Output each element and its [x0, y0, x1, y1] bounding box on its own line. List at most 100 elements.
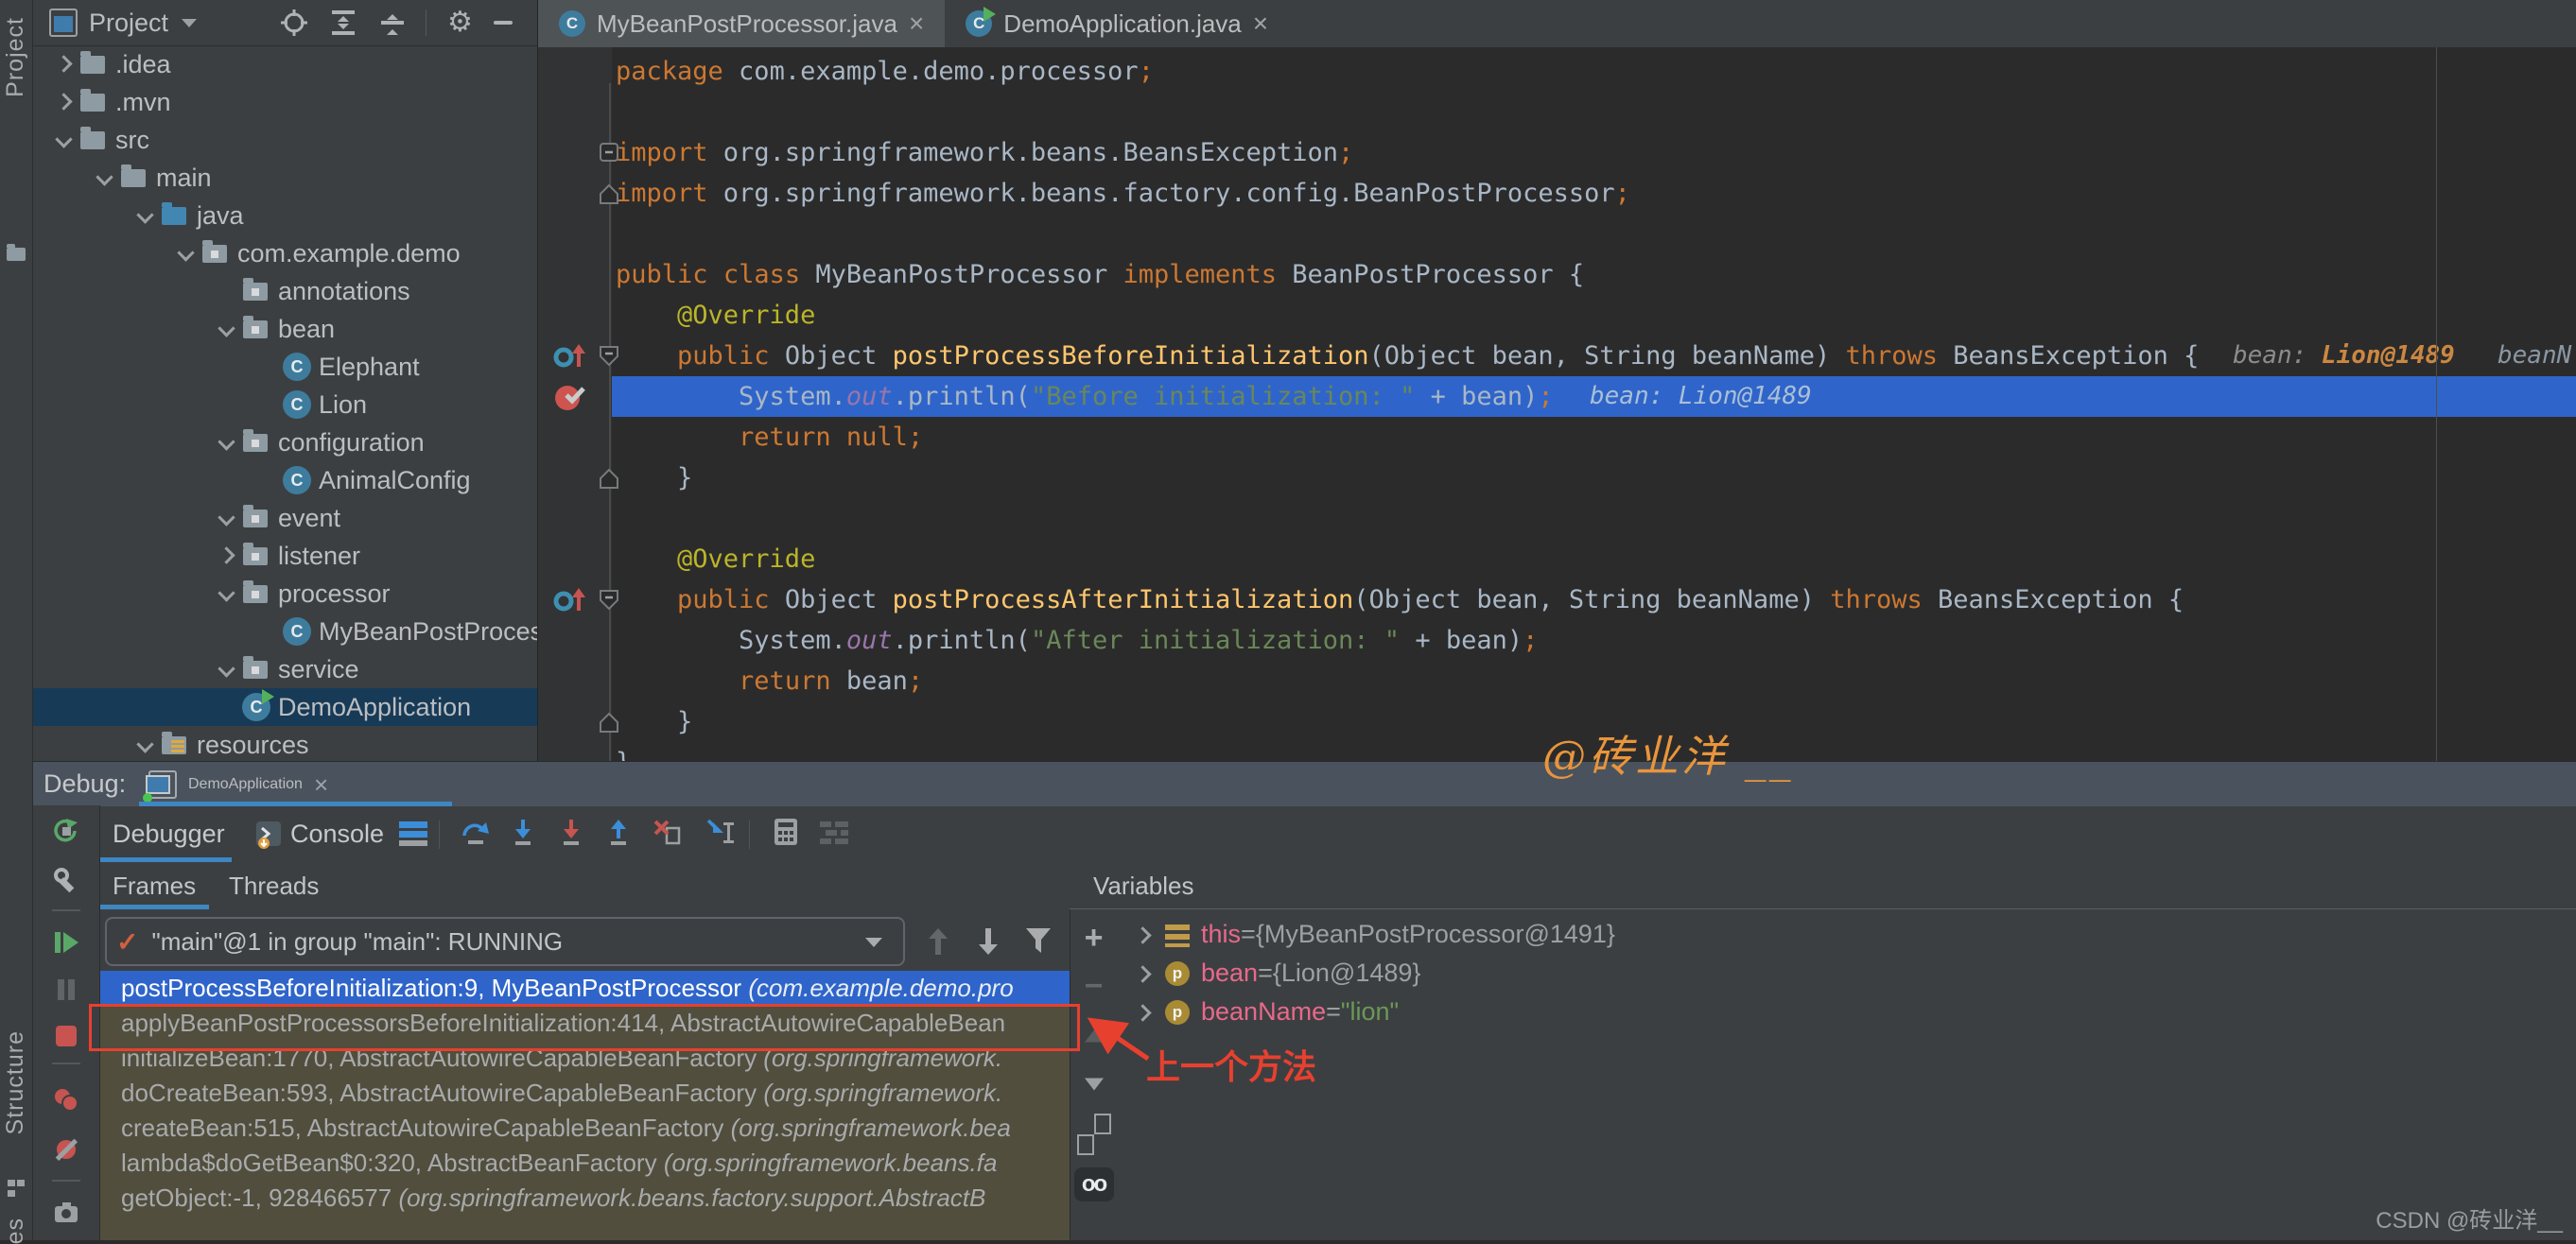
chevron-down-icon[interactable] [132, 733, 157, 757]
tree-item--idea[interactable]: .idea [32, 45, 537, 83]
frame-row[interactable]: lambda$doGetBean$0:320, AbstractBeanFact… [99, 1146, 1070, 1181]
tree-item-elephant[interactable]: CElephant [32, 348, 537, 386]
code-line[interactable]: import org.springframework.beans.factory… [616, 173, 1630, 214]
step-into-icon[interactable] [508, 817, 538, 852]
code-line[interactable]: } [616, 742, 631, 761]
step-over-icon[interactable] [461, 817, 491, 852]
project-panel-title[interactable]: Project [89, 9, 168, 38]
tree-item-lion[interactable]: CLion [32, 386, 537, 423]
frame-row[interactable]: getObject:-1, 928466577 (org.springframe… [99, 1181, 1070, 1216]
code-line[interactable]: return bean; [616, 661, 923, 701]
pause-icon[interactable] [52, 976, 80, 1009]
evaluate-icon[interactable] [771, 817, 801, 852]
tab-console[interactable]: Console [290, 805, 384, 862]
tree-item-src[interactable]: src [32, 121, 537, 159]
filter-icon[interactable] [1024, 924, 1053, 961]
expand-collapse-icon[interactable] [329, 9, 357, 37]
locate-icon[interactable] [280, 9, 308, 37]
chevron-down-icon[interactable] [214, 317, 238, 341]
tree-item-animalconfig[interactable]: CAnimalConfig [32, 461, 537, 499]
chevron-down-icon[interactable] [214, 581, 238, 606]
tree-item-annotations[interactable]: annotations [32, 272, 537, 310]
fold-marker-icon[interactable] [599, 142, 619, 167]
chevron-down-icon[interactable] [173, 241, 198, 266]
fold-marker-icon[interactable] [599, 182, 619, 210]
code-line[interactable]: System.out.println("Before initializatio… [616, 376, 1554, 417]
watch-oo-icon[interactable]: oo [1074, 1167, 1114, 1201]
code-editor[interactable]: package com.example.demo.processor; impor… [538, 47, 2576, 761]
code-line[interactable]: package com.example.demo.processor; [616, 51, 1154, 92]
tree-item-resources[interactable]: resources [32, 726, 537, 761]
tree-item-configuration[interactable]: configuration [32, 423, 537, 461]
override-method-icon[interactable] [553, 342, 585, 375]
code-line[interactable]: public class MyBeanPostProcessor impleme… [616, 254, 1584, 295]
collapse-all-icon[interactable] [378, 9, 407, 37]
code-line[interactable]: public Object postProcessAfterInitializa… [616, 579, 2184, 620]
triangle-down-icon[interactable] [1085, 1079, 1104, 1091]
variable-row-this[interactable]: this = {MyBeanPostProcessor@1491} [1116, 915, 2576, 954]
tree-item-listener[interactable]: listener [32, 537, 537, 575]
tree-item-event[interactable]: event [32, 499, 537, 537]
frame-row[interactable]: createBean:515, AbstractAutowireCapableB… [99, 1111, 1070, 1146]
chevron-down-icon[interactable] [132, 203, 157, 228]
layout-icon[interactable] [397, 817, 429, 854]
step-out-icon[interactable] [603, 817, 634, 852]
code-line[interactable]: @Override [616, 295, 815, 336]
tree-item--mvn[interactable]: .mvn [32, 83, 537, 121]
chevron-right-icon[interactable] [1131, 961, 1156, 986]
drop-frame-icon[interactable] [652, 817, 682, 852]
frame-row[interactable]: postProcessBeforeInitialization:9, MyBea… [99, 971, 1070, 1006]
variable-row-beanname[interactable]: pbeanName = "lion" [1116, 993, 2576, 1031]
fold-marker-icon[interactable] [599, 589, 619, 616]
chevron-right-icon[interactable] [1131, 1000, 1156, 1025]
chevron-right-icon[interactable] [1131, 923, 1156, 947]
chevron-down-icon[interactable] [865, 938, 882, 947]
debug-session-tab[interactable]: DemoApplication × [139, 762, 452, 806]
code-line[interactable]: } [616, 458, 692, 498]
code-line[interactable]: return null; [616, 417, 923, 458]
chevron-down-icon[interactable] [51, 128, 76, 152]
chevron-right-icon[interactable] [51, 52, 76, 77]
chevron-down-icon[interactable] [214, 430, 238, 455]
chevron-down-icon[interactable] [182, 19, 197, 27]
close-icon[interactable]: × [314, 771, 328, 798]
chevron-down-icon[interactable] [92, 165, 116, 190]
tree-item-service[interactable]: service [32, 650, 537, 688]
breakpoint-icon[interactable] [553, 382, 585, 417]
trace-icon[interactable] [818, 817, 850, 852]
add-icon[interactable]: + [1085, 924, 1104, 952]
tree-item-demoapplication[interactable]: CDemoApplication [32, 688, 537, 726]
rerun-icon[interactable] [52, 817, 80, 850]
tree-item-processor[interactable]: processor [32, 575, 537, 613]
code-line[interactable]: } [616, 701, 692, 742]
tab-frames[interactable]: Frames [113, 862, 196, 909]
chevron-down-icon[interactable] [214, 657, 238, 682]
camera-icon[interactable] [52, 1199, 80, 1232]
tree-item-bean[interactable]: bean [32, 310, 537, 348]
mute-breakpoints-icon[interactable] [51, 1134, 81, 1169]
code-line[interactable]: public Object postProcessBeforeInitializ… [616, 336, 2199, 376]
fold-marker-icon[interactable] [599, 345, 619, 372]
frame-row[interactable]: doCreateBean:593, AbstractAutowireCapabl… [99, 1076, 1070, 1111]
tree-item-com-example-demo[interactable]: com.example.demo [32, 234, 537, 272]
override-method-icon[interactable] [553, 586, 585, 619]
frame-row[interactable]: applyBeanPostProcessorsBeforeInitializat… [99, 1006, 1070, 1041]
triangle-up-icon[interactable] [1085, 1030, 1104, 1043]
fold-marker-icon[interactable] [599, 711, 619, 738]
arrow-up-icon[interactable] [924, 924, 952, 963]
force-step-into-icon[interactable] [556, 817, 586, 852]
run-to-cursor-icon[interactable] [705, 817, 739, 852]
tool-window-button-project[interactable]: Project [2, 17, 29, 97]
tree-item-main[interactable]: main [32, 159, 537, 197]
close-icon[interactable]: × [909, 10, 924, 37]
tab-mybeanpostprocessor[interactable]: C MyBeanPostProcessor.java × [538, 0, 945, 47]
tree-item-java[interactable]: java [32, 197, 537, 234]
chevron-down-icon[interactable] [214, 506, 238, 530]
stop-icon[interactable] [52, 1022, 80, 1055]
code-line[interactable]: System.out.println("After initialization… [616, 620, 1538, 661]
hide-panel-icon[interactable] [494, 21, 513, 25]
fold-marker-icon[interactable] [599, 467, 619, 494]
thread-selector[interactable]: ✓ "main"@1 in group "main": RUNNING [105, 917, 905, 966]
chevron-right-icon[interactable] [51, 90, 76, 114]
tab-threads[interactable]: Threads [229, 862, 319, 909]
